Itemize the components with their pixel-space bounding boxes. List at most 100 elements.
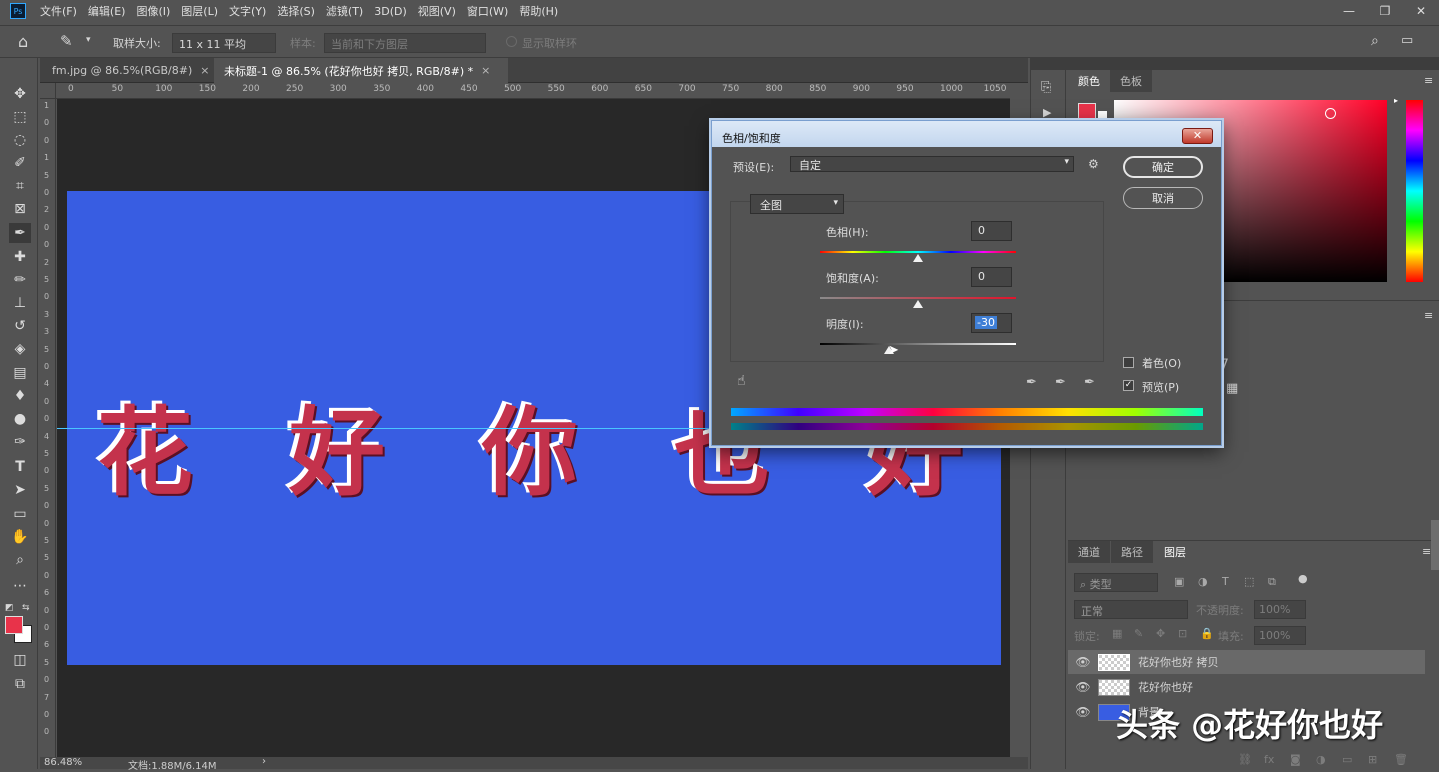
menu-3d[interactable]: 3D(D) [374, 5, 407, 18]
actions-panel-icon[interactable]: ▶ [1043, 106, 1051, 119]
screen-mode-icon[interactable]: ⧉ [9, 674, 31, 694]
gradient-tool-icon[interactable]: ▤ [9, 363, 31, 383]
tab-paths[interactable]: 路径 [1111, 541, 1153, 563]
rectangle-tool-icon[interactable]: ▭ [9, 504, 31, 524]
chevron-down-icon[interactable]: ▾ [86, 35, 91, 45]
restore-icon[interactable]: ❐ [1367, 0, 1403, 22]
brush-tool-icon[interactable]: ✏ [9, 270, 31, 290]
saturation-track[interactable] [820, 297, 1016, 299]
filter-pixel-icon[interactable]: ▣ [1174, 575, 1184, 588]
zoom-tool-icon[interactable]: ⌕ [9, 550, 31, 570]
hue-slider-handle[interactable]: ▸ [1394, 96, 1398, 105]
filter-adjust-icon[interactable]: ◑ [1198, 575, 1208, 588]
hue-track[interactable] [820, 251, 1016, 253]
path-select-tool-icon[interactable]: ➤ [9, 480, 31, 500]
delete-layer-icon[interactable]: 🗑 [1394, 753, 1408, 766]
ok-button[interactable]: 确定 [1123, 156, 1203, 178]
eyedropper-tool-icon[interactable]: ✒ [9, 223, 31, 243]
foreground-color-swatch[interactable] [5, 616, 23, 634]
color-picker-ring[interactable] [1325, 108, 1336, 119]
dialog-title[interactable]: 色相/饱和度 [712, 121, 1221, 147]
tab-layers[interactable]: 图层 [1154, 541, 1196, 563]
quick-select-tool-icon[interactable]: ✐ [9, 153, 31, 173]
eye-icon[interactable]: 👁 [1068, 680, 1098, 694]
frame-tool-icon[interactable]: ⊠ [9, 199, 31, 219]
sample-size-select[interactable]: 11 x 11 平均 [172, 33, 276, 53]
swap-colors-icon[interactable]: ⇆ [22, 603, 30, 613]
layer-name[interactable]: 花好你也好 拷贝 [1138, 654, 1219, 670]
eye-icon[interactable]: 👁 [1068, 705, 1098, 719]
layer-name[interactable]: 花好你也好 [1138, 679, 1193, 695]
blur-tool-icon[interactable]: ♦ [9, 386, 31, 406]
eyedropper-plus-icon[interactable]: ✒ [1055, 375, 1066, 390]
layer-row[interactable]: 👁 花好你也好 拷贝 [1068, 650, 1425, 674]
lightness-track[interactable] [820, 343, 1016, 345]
healing-tool-icon[interactable]: ✚ [9, 247, 31, 267]
tab-untitled-1[interactable]: 未标题-1 @ 86.5% (花好你也好 拷贝, RGB/8#) * × [214, 58, 508, 83]
history-brush-icon[interactable]: ↺ [9, 316, 31, 336]
panel-menu-icon[interactable]: ≡ [1424, 74, 1433, 87]
default-colors-icon[interactable]: ◩ [5, 603, 14, 613]
menu-help[interactable]: 帮助(H) [519, 3, 558, 19]
eyedropper-icon[interactable]: ✒ [1026, 375, 1037, 390]
filter-toggle-icon[interactable]: ● [1298, 572, 1308, 585]
eyedropper-minus-icon[interactable]: ✒ [1084, 375, 1095, 390]
quick-mask-icon[interactable]: ◫ [9, 650, 31, 670]
gear-icon[interactable]: ⚙ [1088, 157, 1099, 171]
stamp-tool-icon[interactable]: ⊥ [9, 293, 31, 313]
tab-color[interactable]: 颜色 [1068, 70, 1110, 92]
layer-row[interactable]: 👁 花好你也好 [1068, 675, 1425, 699]
saturation-slider-handle[interactable] [913, 300, 923, 308]
filter-shape-icon[interactable]: ⬚ [1244, 575, 1254, 588]
bg-color-preview[interactable] [1098, 111, 1107, 120]
pen-tool-icon[interactable]: ✑ [9, 432, 31, 452]
lock-transparent-icon[interactable]: ▦ [1112, 627, 1122, 640]
cancel-button[interactable]: 取消 [1123, 187, 1203, 209]
eye-icon[interactable]: 👁 [1068, 655, 1098, 669]
lock-all-icon[interactable]: 🔒 [1200, 627, 1214, 640]
menu-edit[interactable]: 编辑(E) [88, 3, 126, 19]
panel-scrollbar[interactable] [1431, 520, 1439, 570]
saturation-input[interactable]: 0 [971, 267, 1012, 287]
filter-smart-icon[interactable]: ⧉ [1268, 575, 1276, 589]
close-icon[interactable]: × [481, 64, 490, 77]
menu-select[interactable]: 选择(S) [277, 3, 315, 19]
status-menu-arrow[interactable]: › [262, 756, 266, 767]
fx-icon[interactable]: fx [1264, 753, 1274, 766]
layer-filter-select[interactable]: ⌕ 类型 [1074, 573, 1158, 592]
fill-input[interactable]: 100% [1254, 626, 1306, 645]
new-layer-icon[interactable]: ⊞ [1368, 753, 1377, 766]
menu-filter[interactable]: 滤镜(T) [326, 3, 363, 19]
show-ring-checkbox[interactable] [506, 36, 517, 47]
panel-menu-icon[interactable]: ≡ [1424, 309, 1433, 322]
dodge-tool-icon[interactable]: ● [9, 409, 31, 429]
menu-image[interactable]: 图像(I) [136, 3, 170, 19]
preview-checkbox[interactable]: ✓ [1123, 380, 1134, 391]
close-icon[interactable]: × [200, 64, 209, 77]
hand-tool-icon[interactable]: ✋ [9, 527, 31, 547]
eraser-tool-icon[interactable]: ◈ [9, 339, 31, 359]
adjustment-layer-icon[interactable]: ◑ [1316, 753, 1326, 766]
menu-type[interactable]: 文字(Y) [229, 3, 266, 19]
move-tool-icon[interactable]: ✥ [9, 84, 31, 104]
history-panel-icon[interactable]: ⎘ [1041, 80, 1051, 95]
lightness-input[interactable]: -30 [971, 313, 1012, 333]
zoom-level[interactable]: 86.48% [44, 757, 82, 768]
opacity-input[interactable]: 100% [1254, 600, 1306, 619]
range-select[interactable]: 全图 ▾ [750, 194, 844, 214]
lock-image-icon[interactable]: ✎ [1134, 627, 1143, 640]
sample-select[interactable]: 当前和下方图层 [324, 33, 486, 53]
tab-swatches[interactable]: 色板 [1110, 70, 1152, 92]
lock-position-icon[interactable]: ✥ [1156, 627, 1165, 640]
fg-color-preview[interactable] [1078, 103, 1096, 121]
new-group-icon[interactable]: ▭ [1342, 753, 1352, 766]
tab-channels[interactable]: 通道 [1068, 541, 1110, 563]
hue-input[interactable]: 0 [971, 221, 1012, 241]
panel-menu-icon[interactable]: ≡ [1422, 545, 1431, 558]
close-window-icon[interactable]: ✕ [1403, 0, 1439, 22]
workspace-icon[interactable]: ▭ [1401, 33, 1413, 48]
lock-artboard-icon[interactable]: ⊡ [1178, 627, 1187, 640]
add-mask-icon[interactable]: ◙ [1290, 753, 1301, 766]
search-icon[interactable]: ⌕ [1371, 33, 1379, 49]
hue-slider[interactable] [1406, 100, 1423, 282]
